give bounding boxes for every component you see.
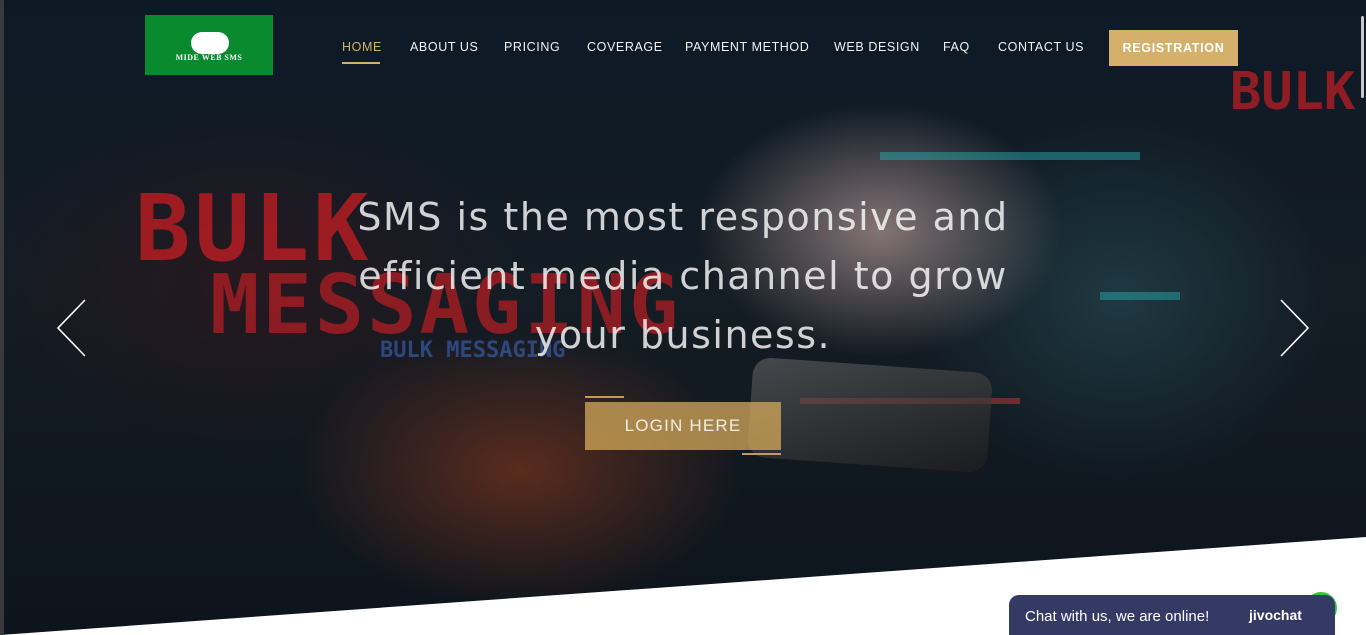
chevron-right-icon[interactable] (1274, 298, 1314, 358)
nav-item-home[interactable]: HOME (342, 40, 382, 54)
nav-item-contact-us[interactable]: CONTACT US (998, 40, 1084, 54)
nav-item-web-design[interactable]: WEB DESIGN (834, 40, 920, 54)
left-edge (0, 0, 4, 635)
nav-item-pricing[interactable]: PRICING (504, 40, 560, 54)
chat-brand-logo: jivochat (1249, 607, 1302, 623)
login-button[interactable]: LOGIN HERE (585, 402, 781, 450)
nav-item-payment-method[interactable]: PAYMENT METHOD (685, 40, 809, 54)
chat-widget[interactable]: Chat with us, we are online! jivochat (1009, 595, 1335, 635)
chat-widget-text: Chat with us, we are online! (1025, 608, 1210, 625)
nav-item-faq[interactable]: FAQ (943, 40, 970, 54)
active-nav-underline (342, 62, 380, 64)
chevron-left-icon[interactable] (52, 298, 92, 358)
login-button-accent-bottom (742, 453, 781, 455)
nav-item-about-us[interactable]: ABOUT US (410, 40, 478, 54)
nav-item-coverage[interactable]: COVERAGE (587, 40, 663, 54)
login-button-accent-top (585, 396, 624, 398)
logo-text: MIDE WEB SMS (175, 53, 243, 62)
registration-button[interactable]: REGISTRATION (1109, 30, 1238, 66)
hero-headline: SMS is the most responsive and efficient… (357, 195, 1009, 357)
scrollbar[interactable] (1361, 16, 1364, 98)
